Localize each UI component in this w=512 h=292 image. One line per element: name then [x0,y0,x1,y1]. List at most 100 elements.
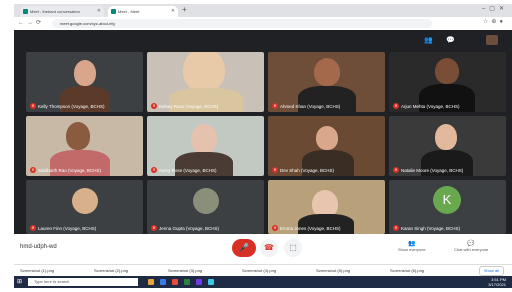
tab-meet-2[interactable]: Meet - Meet ✕ [108,6,178,17]
participant-name: ✕ Natalie Moore (Voyage, BCHS) [393,167,464,173]
participant-face [435,58,459,84]
participant-face [66,122,90,150]
app-icon[interactable] [208,279,214,285]
meeting-code: hmd-udph-wd [20,244,57,250]
mic-off-icon: ✕ [30,167,36,173]
participant-tile[interactable]: ✕ Dev Shah (Voyage, BCHS) [268,116,385,176]
windows-taskbar: ⊞ Type here to search 3:51 PM 3/17/2021 [14,276,512,288]
participant-tile[interactable]: ✕ Natalie Moore (Voyage, BCHS) [389,116,506,176]
participant-face [316,126,338,150]
participant-name: ✕ Karan Singh (Voyage, BCHS) [393,225,461,231]
self-view-thumb [486,35,498,45]
show-everyone-label: Show everyone [398,247,426,252]
participant-tile[interactable]: ✕ Kelly Thompson (Voyage, BCHS) [26,52,143,112]
chrome-icon[interactable] [172,279,178,285]
meet-favicon [23,9,28,14]
mic-off-icon: ✕ [393,225,399,231]
people-icon: 👥 [408,241,416,247]
participant-name: ✕ Kelsey Ross (Voyage, BCHS) [151,103,219,109]
chat-icon[interactable]: 💬 [446,36,455,44]
participant-name: ✕ Kelly Thompson (Voyage, BCHS) [30,103,105,109]
participant-face [191,124,217,154]
participant-tile[interactable]: ✕ Ahmed Khan (Voyage, BCHS) [268,52,385,112]
mic-off-icon: ✕ [151,225,157,231]
browser-window: Meet - thebard conversation ✕ Meet - Mee… [14,4,512,288]
people-icon[interactable]: 👥 [424,36,433,44]
download-item[interactable]: Screenshot (4).png [242,267,276,275]
address-bar-row: ←→⟳ meet.google.com/xyz-abcd-efg ☆⊕● [14,17,512,30]
participant-name: ✕ Dev Shah (Voyage, BCHS) [272,167,335,173]
meet-stage: 👥 💬 ✕ Kelly Thompson (Voyage, BCHS) ✕ Kels… [14,30,512,234]
download-item[interactable]: Screenshot (5).png [316,267,350,275]
close-tab-icon[interactable]: ✕ [97,6,101,17]
participant-body [298,214,354,234]
participant-face [74,60,96,86]
participant-face [183,52,225,92]
taskbar-search[interactable]: Type here to search [28,278,138,286]
mic-toggle-button[interactable]: 🎤 [232,239,256,257]
app-icon[interactable] [196,279,202,285]
present-button[interactable]: ⬚ [284,239,302,257]
participant-tile[interactable]: ✕ Jenna Gupta (Voyage, BCHS) [147,180,264,234]
window-controls[interactable]: –▢✕ [482,5,508,12]
participant-name: ✕ Siddharth Rao (Voyage, BCHS) [30,167,102,173]
participant-tile[interactable]: ✕ Kelsey Ross (Voyage, BCHS) [147,52,264,112]
download-item[interactable]: Screenshot (1).png [20,267,54,275]
tab-bar: Meet - thebard conversation ✕ Meet - Mee… [14,4,512,17]
download-item[interactable]: Screenshot (6).png [390,267,424,275]
participant-name: ✕ Ahmed Khan (Voyage, BCHS) [272,103,341,109]
mic-off-icon: ✕ [272,225,278,231]
participant-tile[interactable]: ✕ Siddharth Rao (Voyage, BCHS) [26,116,143,176]
participant-tile[interactable]: ✕ Avery Rose (Voyage, BCHS) [147,116,264,176]
tab-label: Meet - Meet [118,9,140,14]
file-explorer-icon[interactable] [148,279,154,285]
participant-face [435,124,457,150]
extension-icons[interactable]: ☆⊕● [483,18,506,25]
participant-avatar [193,188,219,214]
mic-off-icon: ✕ [151,167,157,173]
end-call-icon: ☎ [264,243,274,252]
mic-off-icon: ✕ [30,225,36,231]
participant-name: ✕ Arjun Mehta (Voyage, BCHS) [393,103,460,109]
participant-tile[interactable]: ✕ Lauren Finn (Voyage, BCHS) [26,180,143,234]
participant-tile[interactable]: ✕ Arjun Mehta (Voyage, BCHS) [389,52,506,112]
store-icon[interactable] [184,279,190,285]
close-tab-icon[interactable]: ✕ [171,6,175,17]
mic-off-icon: 🎤 [239,243,249,252]
participant-avatar [72,188,98,214]
download-item[interactable]: Screenshot (3).png [168,267,202,275]
end-call-button[interactable]: ☎ [260,239,278,257]
mic-off-icon: ✕ [272,103,278,109]
meet-controls-bar: hmd-udph-wd 🎤 ☎ ⬚ 👥 Show everyone 💬 Chat… [14,234,512,264]
mic-off-icon: ✕ [151,103,157,109]
new-tab-icon[interactable]: + [182,5,187,14]
tab-meet-1[interactable]: Meet - thebard conversation ✕ [20,6,104,17]
edge-icon[interactable] [160,279,166,285]
show-everyone-button[interactable]: 👥 Show everyone [398,240,426,252]
clock-date: 3/17/2021 [488,282,506,287]
system-clock[interactable]: 3:51 PM 3/17/2021 [488,277,506,287]
meet-favicon [111,9,116,14]
participant-name: ✕ Emma Jones (Voyage, BCHS) [272,225,341,231]
participant-face [314,58,340,86]
participant-name: ✕ Lauren Finn (Voyage, BCHS) [30,225,97,231]
participant-tile[interactable]: ✕ Emma Jones (Voyage, BCHS) [268,180,385,234]
chat-icon: 💬 [467,241,475,247]
chat-label: Chat with everyone [454,247,489,252]
mic-off-icon: ✕ [393,103,399,109]
mic-off-icon: ✕ [393,167,399,173]
participant-name: ✕ Avery Rose (Voyage, BCHS) [151,167,217,173]
chat-button[interactable]: 💬 Chat with everyone [454,240,488,252]
meet-topbar: 👥 💬 [14,30,512,52]
tab-label: Meet - thebard conversation [30,9,80,14]
mic-off-icon: ✕ [30,103,36,109]
present-icon: ⬚ [289,243,297,252]
nav-buttons[interactable]: ←→⟳ [18,19,44,26]
participant-name: ✕ Jenna Gupta (Voyage, BCHS) [151,225,220,231]
mic-off-icon: ✕ [272,167,278,173]
participant-tile[interactable]: K ✕ Karan Singh (Voyage, BCHS) [389,180,506,234]
show-all-button[interactable]: Show all [478,266,504,276]
url-field[interactable]: meet.google.com/xyz-abcd-efg [52,19,432,28]
windows-start-icon[interactable]: ⊞ [17,278,22,285]
download-item[interactable]: Screenshot (2).png [94,267,128,275]
